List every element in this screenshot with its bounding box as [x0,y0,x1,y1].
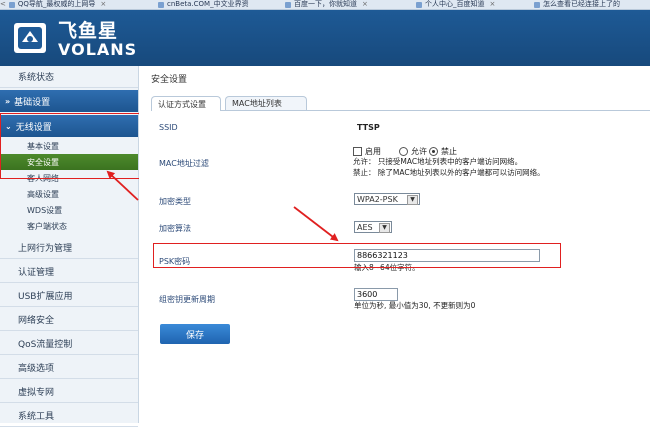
mac-enable-checkbox[interactable] [353,147,362,156]
page-title: 安全设置 [151,75,188,85]
sidebar-item-usb[interactable]: USB扩展应用 [0,285,138,307]
brand-name-en: VOLANS [58,40,138,59]
mac-allow-radio[interactable] [399,147,408,156]
rekey-input[interactable]: 3600 [354,288,398,301]
enc-type-select[interactable]: WPA2-PSK ▼ [354,193,420,205]
close-icon[interactable]: × [100,1,106,8]
form-tab-bar: 认证方式设置 MAC地址列表 [151,96,650,111]
favicon-icon [8,1,15,8]
tab-mac-list[interactable]: MAC地址列表 [225,96,307,110]
rekey-label: 组密钥更新周期 [159,295,215,304]
close-icon[interactable]: × [490,1,496,8]
dropdown-arrow-icon: ▼ [407,195,418,205]
sidebar-subitem-wds[interactable]: WDS设置 [0,202,138,218]
sidebar-item-netsec[interactable]: 网络安全 [0,309,138,331]
sidebar-item-basic[interactable]: » 基础设置 [0,90,138,112]
annotation-highlight-box [153,243,561,268]
favicon-icon [158,1,164,8]
enc-algo-select[interactable]: AES ▼ [354,221,392,233]
chevron-right-icon: » [5,96,11,106]
sidebar-item-behavior[interactable]: 上网行为管理 [0,237,138,259]
favicon-icon [285,1,291,8]
ssid-label: SSID [159,123,178,132]
sidebar-item-adv-options[interactable]: 高级选项 [0,357,138,379]
volans-logo-icon [14,23,46,53]
mac-filter-controls: 启用 允许 禁止 [353,146,457,157]
browser-tab[interactable]: 百度一下，你就知道 × [285,0,395,9]
brand-name-cn: 飞鱼星 [58,20,119,42]
sidebar-item-status[interactable]: 系统状态 [0,66,138,88]
browser-tab-strip: < QQ导航_最权威的上网导 × cnBeta.COM_中文业界资 百度一下，你就… [0,0,650,10]
browser-tab[interactable]: 个人中心_百度知道 × [416,0,524,9]
sidebar-item-tools[interactable]: 系统工具 [0,405,138,427]
browser-tab[interactable]: < QQ导航_最权威的上网导 × [0,0,148,9]
mac-filter-label: MAC地址过滤 [159,159,209,168]
sidebar-subitem-advanced[interactable]: 高级设置 [0,186,138,202]
close-icon[interactable]: × [362,1,368,8]
ssid-value: TTSP [357,123,380,132]
annotation-highlight-box [0,113,144,179]
save-button[interactable]: 保存 [160,324,230,344]
dropdown-arrow-icon: ▼ [379,223,390,233]
sidebar-item-qos[interactable]: QoS流量控制 [0,333,138,355]
sidebar-item-auth[interactable]: 认证管理 [0,261,138,283]
favicon-icon [534,1,540,8]
mac-deny-radio[interactable] [429,147,438,156]
browser-tab[interactable]: cnBeta.COM_中文业界资 [158,0,278,9]
enc-algo-label: 加密算法 [159,224,191,233]
sidebar-subitem-clients[interactable]: 客户端状态 [0,218,138,234]
tab-auth-settings[interactable]: 认证方式设置 [151,96,221,111]
mac-note-allow: 允许： 只接受MAC地址列表中的客户端访问网络。 [353,157,523,166]
router-header: 飞鱼星 VOLANS [0,10,650,66]
enc-type-label: 加密类型 [159,197,191,206]
mac-note-deny: 禁止： 除了MAC地址列表以外的客户端都可以访问网络。 [353,168,545,177]
sidebar-item-vpn[interactable]: 虚拟专网 [0,381,138,403]
favicon-icon [416,1,422,8]
browser-tab[interactable]: 怎么查看已经连接上了的 [534,0,650,9]
rekey-hint: 单位为秒, 最小值为30, 不更新则为0 [354,301,476,310]
